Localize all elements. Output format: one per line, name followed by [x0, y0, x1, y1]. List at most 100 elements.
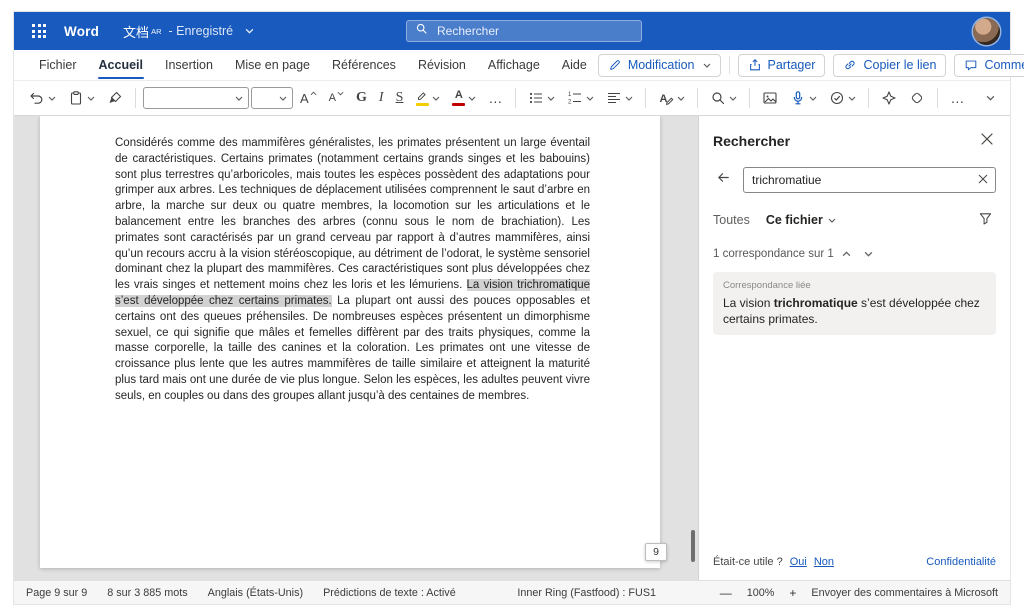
styles-icon: A [658, 90, 674, 106]
highlight-color-button[interactable] [410, 86, 445, 110]
find-search-input[interactable] [750, 172, 973, 188]
numbering-button[interactable]: 12 [562, 86, 599, 110]
chevron-up-icon [842, 248, 851, 260]
chevron-down-icon [87, 96, 95, 101]
search-result-card[interactable]: Correspondance liée La vision trichromat… [713, 272, 996, 335]
document-page[interactable]: Considérés comme des mammifères générali… [40, 116, 660, 568]
filter-funnel-icon [978, 211, 993, 229]
shrink-font-letter: A [329, 93, 336, 104]
underline-button[interactable]: S [391, 87, 409, 109]
divider [515, 88, 516, 108]
scope-tab-all[interactable]: Toutes [713, 213, 750, 227]
shrink-font-button[interactable]: A [324, 89, 349, 108]
font-name-combobox[interactable] [143, 87, 249, 109]
italic-button[interactable]: I [374, 87, 389, 109]
word-app-window: Word 文档 AR - Enregistré Fichier Accueil … [14, 12, 1010, 604]
share-button[interactable]: Partager [738, 54, 826, 77]
divider [749, 88, 750, 108]
bold-button[interactable]: G [351, 87, 372, 109]
tab-fichier[interactable]: Fichier [28, 51, 88, 79]
tab-affichage[interactable]: Affichage [477, 51, 551, 79]
collapse-ribbon-button[interactable] [981, 91, 1000, 105]
titlebar-search-input[interactable] [435, 23, 633, 39]
find-search-field[interactable] [743, 167, 996, 193]
presence-badge: AR [151, 27, 161, 36]
divider [868, 88, 869, 108]
chevron-down-icon [48, 96, 56, 101]
copilot-icon [909, 90, 925, 106]
document-title[interactable]: 文档 [123, 22, 149, 41]
microphone-icon [790, 90, 806, 106]
toolbar-overflow-button[interactable]: … [945, 87, 970, 109]
zoom-out-button[interactable]: — [718, 586, 734, 600]
copy-link-button[interactable]: Copier le lien [833, 54, 946, 77]
tab-mise-en-page[interactable]: Mise en page [224, 51, 321, 79]
alignment-button[interactable] [601, 86, 638, 110]
font-size-combobox[interactable] [251, 87, 293, 109]
font-color-icon: A [452, 90, 465, 106]
search-icon [415, 22, 428, 40]
text-predictions-status[interactable]: Prédictions de texte : Activé [323, 587, 456, 599]
chevron-down-icon [848, 96, 856, 101]
editor-button[interactable] [824, 86, 861, 110]
content-area: Considérés comme des mammifères générali… [14, 116, 1010, 580]
zoom-level[interactable]: 100% [747, 587, 775, 599]
insert-image-button[interactable] [757, 86, 783, 110]
tab-aide[interactable]: Aide [551, 51, 598, 79]
grow-font-letter: A [300, 92, 309, 105]
chevron-down-icon [279, 96, 287, 101]
chevron-down-icon [703, 63, 711, 68]
numbered-list-icon: 12 [567, 90, 583, 106]
divider [645, 88, 646, 108]
italic-label: I [379, 91, 384, 105]
comments-button[interactable]: Commentaires [954, 54, 1024, 77]
vertical-scrollbar-thumb[interactable] [691, 530, 695, 562]
feedback-question: Était-ce utile ? [713, 556, 783, 568]
tab-accueil[interactable]: Accueil [88, 51, 154, 79]
close-icon [981, 132, 993, 150]
previous-result-button[interactable] [838, 245, 856, 263]
clear-search-button[interactable] [977, 170, 989, 190]
styles-button[interactable]: A [653, 86, 690, 110]
tab-revision[interactable]: Révision [407, 51, 477, 79]
bullets-button[interactable] [523, 86, 560, 110]
send-feedback-link[interactable]: Envoyer des commentaires à Microsoft [811, 587, 998, 599]
find-button[interactable] [705, 86, 742, 110]
divider [697, 88, 698, 108]
account-avatar[interactable] [973, 18, 1000, 45]
saved-status: - Enregistré [168, 24, 233, 38]
back-button[interactable] [713, 167, 734, 193]
feedback-yes-link[interactable]: Oui [790, 556, 807, 568]
document-title-chevron-down-icon[interactable] [245, 28, 254, 34]
more-font-options-button[interactable]: … [483, 87, 508, 109]
font-color-button[interactable]: A [447, 86, 481, 110]
filter-button[interactable] [975, 208, 996, 232]
titlebar-search[interactable] [406, 20, 642, 42]
more-icon: … [488, 91, 503, 105]
editing-mode-dropdown[interactable]: Modification [598, 54, 721, 77]
paste-button[interactable] [63, 86, 100, 110]
page-count-status[interactable]: Page 9 sur 9 [26, 587, 87, 599]
highlighter-icon [415, 90, 429, 106]
zoom-in-button[interactable]: + [787, 586, 798, 600]
format-painter-icon [107, 90, 123, 106]
dictate-button[interactable] [785, 86, 822, 110]
language-status[interactable]: Anglais (États-Unis) [208, 587, 303, 599]
designer-button[interactable] [876, 86, 902, 110]
divider [729, 56, 730, 74]
scope-dropdown-this-file[interactable]: Ce fichier [766, 213, 836, 227]
undo-button[interactable] [24, 86, 61, 110]
close-panel-button[interactable] [978, 129, 996, 153]
app-name: Word [64, 24, 99, 39]
svg-text:A: A [660, 93, 668, 105]
copilot-button[interactable] [904, 86, 930, 110]
next-result-button[interactable] [860, 245, 878, 263]
tab-insertion[interactable]: Insertion [154, 51, 224, 79]
privacy-link[interactable]: Confidentialité [926, 556, 996, 568]
word-count-status[interactable]: 8 sur 3 885 mots [107, 587, 187, 599]
app-launcher-button[interactable] [24, 16, 54, 46]
feedback-no-link[interactable]: Non [814, 556, 834, 568]
format-painter-button[interactable] [102, 86, 128, 110]
tab-references[interactable]: Références [321, 51, 407, 79]
grow-font-button[interactable]: A [295, 88, 322, 109]
